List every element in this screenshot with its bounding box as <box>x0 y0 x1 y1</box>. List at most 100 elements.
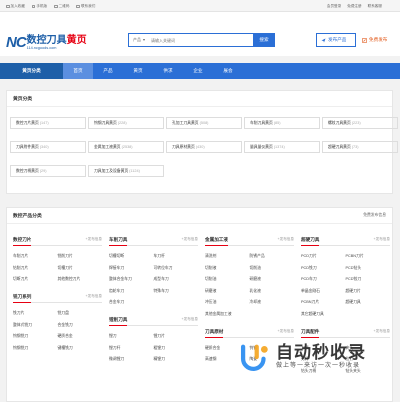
subcategory-link[interactable]: 切断刀片 <box>13 277 58 282</box>
subcategory-link[interactable]: 乳化液 <box>250 289 295 294</box>
subcategory-link[interactable]: 粗镗刀 <box>154 346 199 351</box>
top-link-contact[interactable]: 联系我们 <box>76 4 95 9</box>
post-info-link[interactable]: +发布信息 <box>182 317 198 322</box>
subcategory-link[interactable]: 可转位车刀 <box>154 266 199 271</box>
subcategory-link[interactable]: 钨钢铣刀 <box>13 334 58 339</box>
subcategory-link[interactable]: 切削油 <box>205 277 250 282</box>
category-block-title[interactable]: 金属加工液 <box>205 234 228 246</box>
subcategory-link[interactable]: 整体合金车刀 <box>109 277 154 282</box>
category-box[interactable]: 刀具附件黄页 (340) <box>10 141 86 153</box>
subcategory-link[interactable]: 其他数控刀片 <box>58 277 103 282</box>
post-info-link[interactable]: +发布信息 <box>182 237 198 242</box>
subcategory-link[interactable]: 切槽切断 <box>109 254 154 259</box>
subcategory-link[interactable]: 研磨液 <box>205 289 250 294</box>
subcategory-link[interactable]: 铣削刀片 <box>58 254 103 259</box>
free-publish-button[interactable]: 免费发布 <box>358 33 398 47</box>
category-block-title[interactable]: 车削刀具 <box>109 234 128 246</box>
subcategory-link[interactable]: 键槽铣刀 <box>58 346 103 351</box>
category-box[interactable]: 刀具原材黄页 (430) <box>166 141 242 153</box>
subcategory-link[interactable]: 车削刀片 <box>13 254 58 259</box>
search-button[interactable]: 搜索 <box>253 33 275 47</box>
post-info-link[interactable]: +发布信息 <box>374 329 390 334</box>
subcategory-link[interactable]: 镗刀片 <box>154 334 199 339</box>
category-box[interactable]: 螺纹刀具黄页 (223) <box>322 117 398 129</box>
category-box[interactable]: 刀具加工及设备黄页 (1124) <box>88 165 164 177</box>
subcategory-link[interactable]: 研磨液 <box>250 277 295 282</box>
top-link-label[interactable]: 二维码 <box>59 4 70 9</box>
subcategory-link[interactable]: 清洗剂 <box>205 254 250 259</box>
support-link[interactable]: 联系客服 <box>368 4 382 9</box>
subcategory-link[interactable]: 冷却液 <box>250 300 295 305</box>
subcategory-link[interactable]: 切削油 <box>250 266 295 271</box>
nav-item-yellowpages[interactable]: 黄页 <box>123 63 153 79</box>
publish-product-button[interactable]: 发布产品 <box>316 33 356 47</box>
subcategory-link[interactable]: 镗刀 <box>109 334 154 339</box>
top-link-label[interactable]: 加入收藏 <box>11 4 25 9</box>
top-link-label[interactable]: 联系我们 <box>81 4 95 9</box>
category-block-title[interactable]: 数控刀片 <box>13 234 32 246</box>
subcategory-link[interactable]: PCD钻头 <box>346 266 391 271</box>
subcategory-link[interactable]: 成型车刀 <box>154 277 199 282</box>
category-box[interactable]: 数控刀片黄页 (147) <box>10 117 86 129</box>
category-block-title[interactable]: 刀具原材 <box>205 326 224 338</box>
subcategory-link[interactable]: 超硬刀片 <box>346 289 391 294</box>
subcategory-link[interactable]: 钻削刀片 <box>13 266 58 271</box>
post-info-link[interactable]: +发布信息 <box>374 237 390 242</box>
post-info-link[interactable]: +发布信息 <box>278 329 294 334</box>
post-info-link[interactable]: +发布信息 <box>86 294 102 299</box>
nav-item-supply[interactable]: 供求 <box>153 63 183 79</box>
top-link-mobile[interactable]: 手机版 <box>31 4 47 9</box>
search-type-select[interactable]: 产品 <box>129 37 151 43</box>
top-link-qrcode[interactable]: 二维码 <box>54 4 69 9</box>
register-link[interactable]: 免费注册 <box>347 4 361 9</box>
subcategory-link[interactable]: 精镗刀 <box>154 357 199 362</box>
top-link-favorite[interactable]: 加入收藏 <box>6 4 25 9</box>
category-box[interactable]: 数控刀柄黄页 (29) <box>10 165 86 177</box>
subcategory-link[interactable]: 单晶金刚石 <box>301 289 346 294</box>
subcategory-link[interactable]: 车刀杆 <box>154 254 199 259</box>
subcategory-link[interactable]: 齿轮车刀 <box>109 289 154 294</box>
post-info-link[interactable]: +发布信息 <box>86 237 102 242</box>
nav-category[interactable]: 黄页分类 <box>0 63 63 79</box>
top-link-label[interactable]: 手机版 <box>36 4 47 9</box>
subcategory-link[interactable]: 防锈产品 <box>250 254 295 259</box>
nav-item-exhibitions[interactable]: 展会 <box>213 63 243 79</box>
subcategory-link[interactable]: 铣刀盘 <box>58 311 103 316</box>
subcategory-link[interactable]: 特殊车刀 <box>154 289 199 294</box>
free-post-link[interactable]: 免费发布信息 <box>363 213 386 218</box>
subcategory-link[interactable]: 镗刀杆 <box>109 346 154 351</box>
subcategory-link[interactable]: 整体式铣刀 <box>13 323 58 328</box>
category-box[interactable]: 超硬刀具黄页 (73) <box>322 141 398 153</box>
category-block-title[interactable]: 超硬刀具 <box>301 234 320 246</box>
subcategory-link[interactable]: PCD刀片 <box>301 254 346 259</box>
subcategory-link[interactable]: 冲压油 <box>205 300 250 305</box>
subcategory-link[interactable]: PCBN刀片 <box>301 300 346 305</box>
subcategory-link[interactable]: 合金车刀 <box>109 300 154 305</box>
category-block-title[interactable]: 镗削刀具 <box>109 314 128 326</box>
category-block-title[interactable]: 刀具配件 <box>301 326 320 338</box>
subcategory-link[interactable]: 超硬刀具 <box>346 300 391 305</box>
subcategory-link[interactable]: PCD铰刀 <box>346 277 391 282</box>
subcategory-link[interactable]: 合金铣刀 <box>58 323 103 328</box>
subcategory-link[interactable]: 其它超硬刀具 <box>301 312 346 317</box>
login-link[interactable]: 会员登录 <box>327 4 341 9</box>
category-box[interactable]: 车削刀具黄页 (85) <box>244 117 320 129</box>
subcategory-link[interactable]: 其他金属加工液 <box>205 312 250 317</box>
site-logo[interactable]: NC 数控刀具黄页 114.ncgoods.com <box>6 35 87 50</box>
subcategory-link[interactable]: 钨钢铣刀 <box>13 346 58 351</box>
subcategory-link[interactable]: 切槽刀片 <box>58 266 103 271</box>
post-info-link[interactable]: +发布信息 <box>278 237 294 242</box>
search-input[interactable] <box>151 37 253 43</box>
subcategory-link[interactable]: 微调镗刀 <box>109 357 154 362</box>
subcategory-link[interactable]: 铣刀片 <box>13 311 58 316</box>
category-box[interactable]: 钨钢刀具黄页 (228) <box>88 117 164 129</box>
subcategory-link[interactable]: 硬质合金 <box>58 334 103 339</box>
subcategory-link[interactable]: PCD铣刀 <box>301 266 346 271</box>
category-box[interactable]: 金属加工液黄页 (2538) <box>88 141 164 153</box>
subcategory-link[interactable]: 焊接车刀 <box>109 266 154 271</box>
nav-item-home[interactable]: 首页 <box>63 63 93 79</box>
category-box[interactable]: 孔加工刀具黄页 (508) <box>166 117 242 129</box>
subcategory-link[interactable]: PCBN刀片 <box>346 254 391 259</box>
nav-item-companies[interactable]: 企业 <box>183 63 213 79</box>
nav-item-products[interactable]: 产品 <box>93 63 123 79</box>
